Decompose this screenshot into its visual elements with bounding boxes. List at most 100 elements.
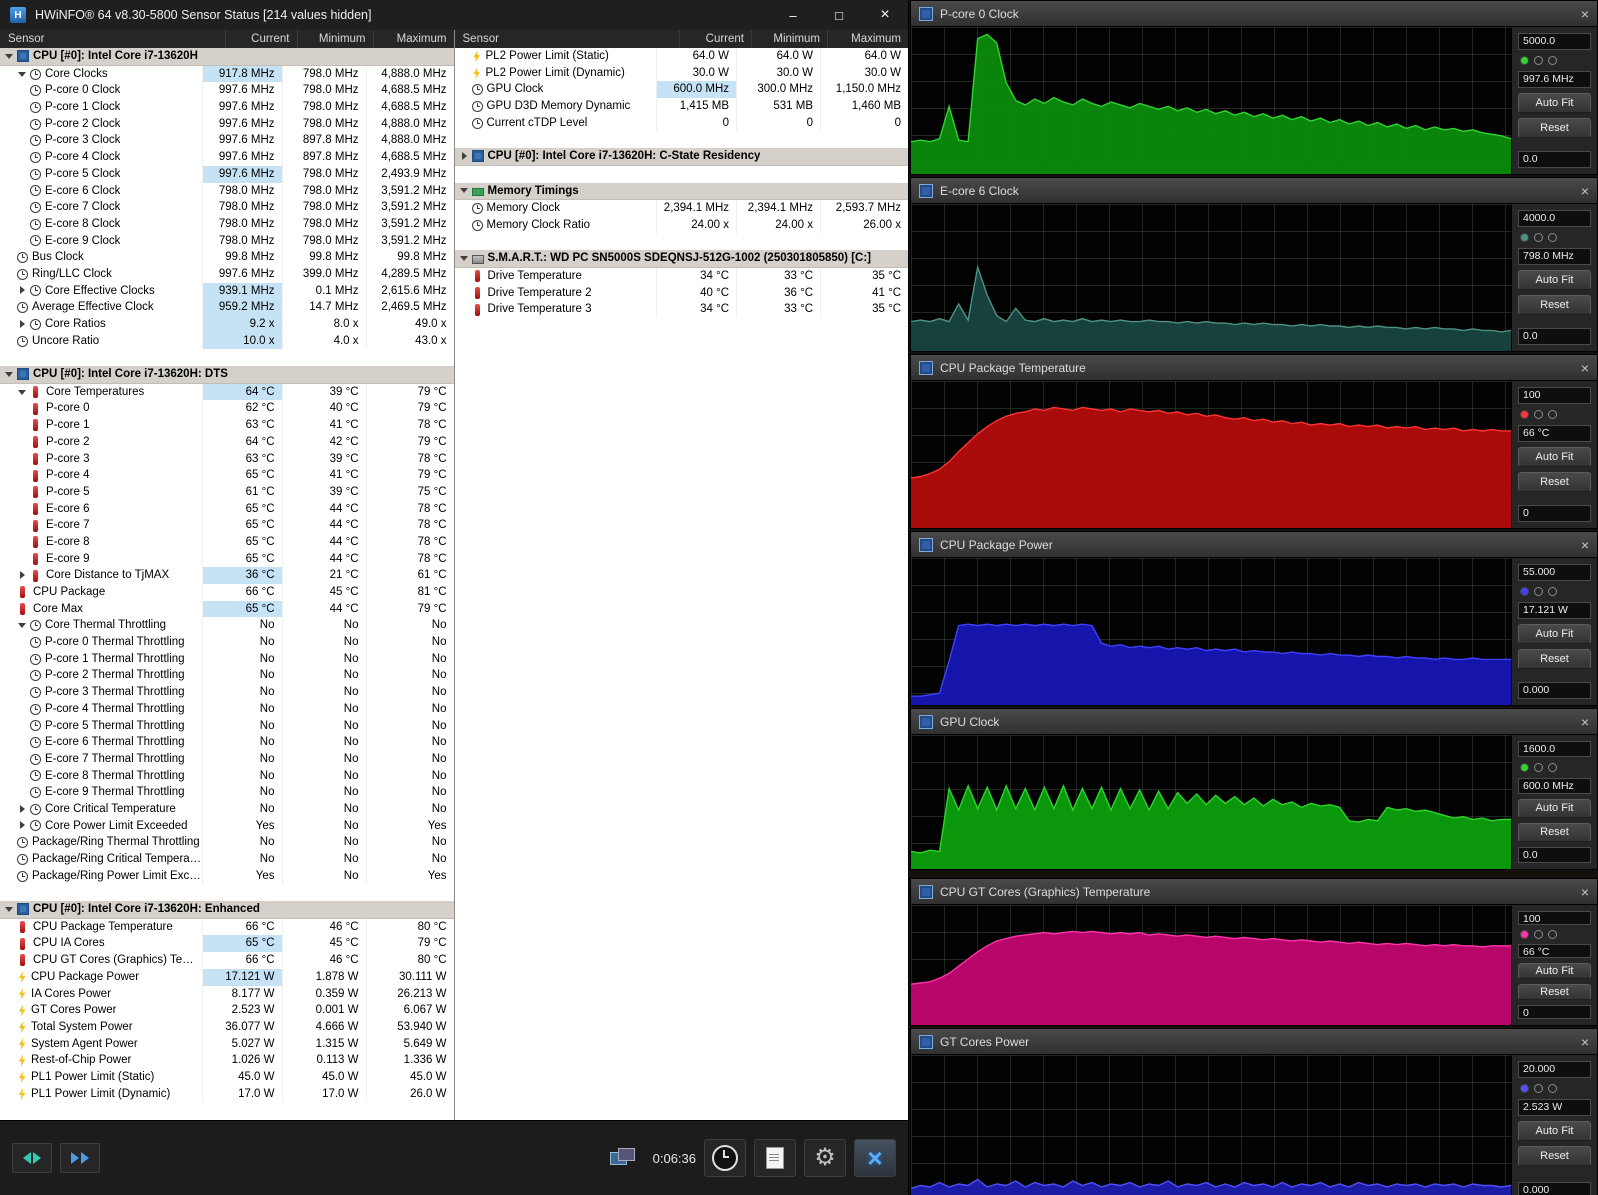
table-row[interactable]: Memory Clock Ratio 24.00 x 24.00 x 26.00…: [455, 217, 909, 234]
reset-button[interactable]: Reset: [1518, 472, 1591, 492]
table-row[interactable]: Core Clocks 917.8 MHz 798.0 MHz 4,888.0 …: [0, 66, 454, 83]
reset-button[interactable]: Reset: [1518, 649, 1591, 669]
table-row[interactable]: P-core 2 Thermal Throttling No No No: [0, 667, 454, 684]
series-color-dot[interactable]: [1520, 587, 1529, 596]
series-color-dot[interactable]: [1520, 763, 1529, 772]
scale-min-box[interactable]: 0.000: [1518, 1182, 1591, 1195]
table-row[interactable]: P-core 0 Thermal Throttling No No No: [0, 634, 454, 651]
table-row[interactable]: P-core 3 63 °C 39 °C 78 °C: [0, 451, 454, 468]
table-row[interactable]: Core Ratios 9.2 x 8.0 x 49.0 x: [0, 316, 454, 333]
table-row[interactable]: PL2 Power Limit (Static) 64.0 W 64.0 W 6…: [455, 48, 909, 65]
auto-fit-button[interactable]: Auto Fit: [1518, 447, 1591, 467]
chevron-icon[interactable]: [17, 285, 28, 296]
table-row[interactable]: [0, 884, 454, 901]
table-row[interactable]: Total System Power 36.077 W 4.666 W 53.9…: [0, 1019, 454, 1036]
scale-max-box[interactable]: 100: [1518, 911, 1591, 925]
settings-button[interactable]: ⚙: [804, 1139, 846, 1177]
table-row[interactable]: CPU [#0]: Intel Core i7-13620H: [0, 48, 454, 66]
table-row[interactable]: Drive Temperature 2 40 °C 36 °C 41 °C: [455, 285, 909, 302]
scale-max-box[interactable]: 55.000: [1518, 564, 1591, 581]
col-minimum[interactable]: Minimum: [298, 30, 374, 48]
graph-close-icon[interactable]: ×: [1581, 538, 1589, 552]
table-row[interactable]: [0, 349, 454, 366]
table-row[interactable]: E-core 7 65 °C 44 °C 78 °C: [0, 517, 454, 534]
color-dot[interactable]: [1534, 1084, 1543, 1093]
color-dot[interactable]: [1548, 410, 1557, 419]
table-row[interactable]: P-core 3 Thermal Throttling No No No: [0, 684, 454, 701]
table-row[interactable]: E-core 9 65 °C 44 °C 78 °C: [0, 551, 454, 568]
table-row[interactable]: Core Thermal Throttling No No No: [0, 617, 454, 634]
table-row[interactable]: P-core 2 64 °C 42 °C 79 °C: [0, 434, 454, 451]
nav-swap-button[interactable]: [12, 1143, 52, 1173]
table-row[interactable]: PL2 Power Limit (Dynamic) 30.0 W 30.0 W …: [455, 65, 909, 82]
table-row[interactable]: E-core 6 65 °C 44 °C 78 °C: [0, 501, 454, 518]
reset-button[interactable]: Reset: [1518, 823, 1591, 842]
series-color-dot[interactable]: [1520, 233, 1529, 242]
table-row[interactable]: P-core 5 Thermal Throttling No No No: [0, 718, 454, 735]
scale-max-box[interactable]: 4000.0: [1518, 210, 1591, 227]
auto-fit-button[interactable]: Auto Fit: [1518, 799, 1591, 818]
table-row[interactable]: P-core 5 Clock 997.6 MHz 798.0 MHz 2,493…: [0, 166, 454, 183]
scale-min-box[interactable]: 0: [1518, 505, 1591, 522]
chevron-icon[interactable]: [459, 253, 470, 264]
series-color-dots[interactable]: [1518, 762, 1591, 772]
color-dot[interactable]: [1548, 930, 1557, 939]
table-row[interactable]: CPU [#0]: Intel Core i7-13620H: C-State …: [455, 148, 909, 166]
col-current[interactable]: Current: [226, 30, 298, 48]
table-row[interactable]: E-core 7 Clock 798.0 MHz 798.0 MHz 3,591…: [0, 199, 454, 216]
table-row[interactable]: E-core 6 Clock 798.0 MHz 798.0 MHz 3,591…: [0, 183, 454, 200]
table-row[interactable]: P-core 0 62 °C 40 °C 79 °C: [0, 400, 454, 417]
table-row[interactable]: P-core 4 Clock 997.6 MHz 897.8 MHz 4,688…: [0, 149, 454, 166]
table-row[interactable]: Memory Timings: [455, 183, 909, 201]
table-row[interactable]: GT Cores Power 2.523 W 0.001 W 6.067 W: [0, 1002, 454, 1019]
color-dot[interactable]: [1534, 56, 1543, 65]
table-row[interactable]: E-core 7 Thermal Throttling No No No: [0, 751, 454, 768]
reset-button[interactable]: Reset: [1518, 118, 1591, 138]
scale-max-box[interactable]: 20.000: [1518, 1061, 1591, 1078]
chevron-icon[interactable]: [459, 185, 470, 196]
table-row[interactable]: P-core 1 Clock 997.6 MHz 798.0 MHz 4,688…: [0, 99, 454, 116]
col-maximum[interactable]: Maximum: [374, 30, 454, 48]
table-row[interactable]: P-core 4 65 °C 41 °C 79 °C: [0, 467, 454, 484]
table-row[interactable]: E-core 9 Clock 798.0 MHz 798.0 MHz 3,591…: [0, 233, 454, 250]
table-row[interactable]: P-core 2 Clock 997.6 MHz 798.0 MHz 4,888…: [0, 116, 454, 133]
table-row[interactable]: Current cTDP Level 0 0 0: [455, 115, 909, 132]
remote-monitors-icon[interactable]: [610, 1148, 636, 1168]
maximize-button[interactable]: □: [816, 0, 862, 30]
chevron-icon[interactable]: [17, 387, 28, 398]
series-color-dots[interactable]: [1518, 930, 1591, 939]
table-row[interactable]: [455, 234, 909, 251]
table-row[interactable]: [455, 166, 909, 183]
graph-close-icon[interactable]: ×: [1581, 1035, 1589, 1049]
table-row[interactable]: Rest-of-Chip Power 1.026 W 0.113 W 1.336…: [0, 1052, 454, 1069]
table-row[interactable]: GPU D3D Memory Dynamic 1,415 MB 531 MB 1…: [455, 98, 909, 115]
scale-min-box[interactable]: 0.0: [1518, 847, 1591, 863]
color-dot[interactable]: [1548, 587, 1557, 596]
table-row[interactable]: P-core 0 Clock 997.6 MHz 798.0 MHz 4,688…: [0, 82, 454, 99]
scale-min-box[interactable]: 0.0: [1518, 151, 1591, 168]
col-minimum[interactable]: Minimum: [752, 30, 828, 48]
table-row[interactable]: Core Max 65 °C 44 °C 79 °C: [0, 601, 454, 618]
series-color-dots[interactable]: [1518, 1083, 1591, 1094]
table-row[interactable]: CPU Package 66 °C 45 °C 81 °C: [0, 584, 454, 601]
series-color-dot[interactable]: [1520, 930, 1529, 939]
minimize-button[interactable]: –: [770, 0, 816, 30]
report-button[interactable]: [754, 1139, 796, 1177]
color-dot[interactable]: [1548, 233, 1557, 242]
table-row[interactable]: CPU GT Cores (Graphics) Temper... 66 °C …: [0, 952, 454, 969]
table-row[interactable]: Memory Clock 2,394.1 MHz 2,394.1 MHz 2,5…: [455, 200, 909, 217]
graph-titlebar[interactable]: CPU Package Power ×: [911, 532, 1597, 558]
table-row[interactable]: Package/Ring Critical Temperature No No …: [0, 851, 454, 868]
auto-fit-button[interactable]: Auto Fit: [1518, 1121, 1591, 1141]
table-row[interactable]: Ring/LLC Clock 997.6 MHz 399.0 MHz 4,289…: [0, 266, 454, 283]
table-row[interactable]: E-core 8 65 °C 44 °C 78 °C: [0, 534, 454, 551]
graph-close-icon[interactable]: ×: [1581, 184, 1589, 198]
chevron-icon[interactable]: [17, 820, 28, 831]
color-dot[interactable]: [1548, 1084, 1557, 1093]
table-row[interactable]: Core Distance to TjMAX 36 °C 21 °C 61 °C: [0, 567, 454, 584]
table-row[interactable]: PL1 Power Limit (Dynamic) 17.0 W 17.0 W …: [0, 1086, 454, 1103]
graph-titlebar[interactable]: CPU GT Cores (Graphics) Temperature ×: [911, 879, 1597, 905]
reset-button[interactable]: Reset: [1518, 984, 1591, 1000]
table-row[interactable]: Core Critical Temperature No No No: [0, 801, 454, 818]
color-dot[interactable]: [1534, 763, 1543, 772]
